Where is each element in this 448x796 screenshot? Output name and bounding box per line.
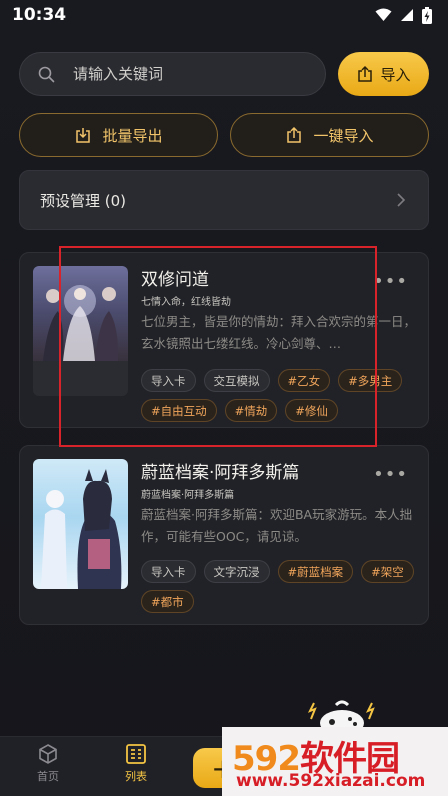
signal-icon bbox=[401, 9, 413, 21]
tag[interactable]: #自由互动 bbox=[141, 399, 217, 422]
status-time: 10:34 bbox=[12, 5, 67, 25]
search-icon bbox=[38, 66, 55, 82]
chevron-right-icon bbox=[397, 193, 406, 207]
tag[interactable]: #蔚蓝档案 bbox=[277, 560, 354, 583]
upload-icon bbox=[287, 126, 302, 143]
batch-export-button[interactable]: 批量导出 bbox=[19, 113, 218, 157]
search-input[interactable] bbox=[73, 65, 293, 83]
nav-item-list[interactable]: 列表 bbox=[106, 743, 166, 784]
battery-icon bbox=[422, 6, 432, 24]
nav-list-label: 列表 bbox=[125, 770, 147, 783]
more-options-icon[interactable]: ••• bbox=[373, 464, 408, 485]
search-box[interactable] bbox=[19, 52, 326, 96]
card-tags: 导入卡 文字沉浸 #蔚蓝档案 #架空 #都市 bbox=[141, 560, 421, 613]
import-button[interactable]: 导入 bbox=[338, 52, 429, 96]
download-icon bbox=[76, 128, 91, 143]
card-description: 蔚蓝档案·阿拜多斯篇：欢迎BA玩家游玩。本人拙作，可能有些OOC，请见谅。 bbox=[141, 507, 413, 544]
card-description: 七位男主，皆是你的情劫：拜入合欢宗的第一日，玄水镜照出七缕红线。冷心剑尊、… bbox=[141, 314, 417, 351]
status-icons bbox=[375, 6, 432, 24]
character-card[interactable]: 双修问道 ••• 七情入命，红线皆劫 七位男主，皆是你的情劫：拜入合欢宗的第一日… bbox=[19, 252, 429, 428]
list-icon bbox=[126, 744, 146, 764]
tag[interactable]: #乙女 bbox=[277, 369, 331, 392]
one-click-import-button[interactable]: 一键导入 bbox=[230, 113, 429, 157]
card-cover-image bbox=[33, 266, 128, 396]
tag[interactable]: 交互模拟 bbox=[203, 369, 270, 392]
tag[interactable]: 文字沉浸 bbox=[203, 560, 270, 583]
preset-management-row[interactable]: 预设管理 (0) bbox=[19, 170, 429, 230]
card-title: 蔚蓝档案·阿拜多斯篇 bbox=[141, 463, 300, 483]
wifi-icon bbox=[375, 8, 392, 21]
preset-management-label: 预设管理 (0) bbox=[40, 191, 127, 210]
card-title: 双修问道 bbox=[141, 270, 209, 290]
tag[interactable]: 导入卡 bbox=[141, 560, 196, 583]
watermark-url: www.592xiazai.com bbox=[236, 771, 426, 791]
card-subtitle: 七情入命，红线皆劫 bbox=[141, 297, 231, 308]
search-row: 导入 bbox=[19, 52, 429, 96]
card-tags: 导入卡 交互模拟 #乙女 #多男主 #自由互动 #情劫 #修仙 bbox=[141, 369, 421, 422]
one-click-import-label: 一键导入 bbox=[313, 126, 374, 145]
card-subtitle: 蔚蓝档案·阿拜多斯篇 bbox=[141, 490, 235, 501]
tag[interactable]: #多男主 bbox=[338, 369, 403, 392]
card-cover-image bbox=[33, 459, 128, 589]
import-button-label: 导入 bbox=[380, 65, 411, 84]
home-cube-icon bbox=[39, 744, 57, 764]
batch-export-label: 批量导出 bbox=[102, 126, 163, 145]
more-options-icon[interactable]: ••• bbox=[373, 271, 408, 292]
tag[interactable]: 导入卡 bbox=[141, 369, 196, 392]
tag[interactable]: #情劫 bbox=[224, 399, 278, 422]
upload-icon bbox=[358, 65, 373, 82]
status-bar: 10:34 bbox=[0, 0, 448, 30]
tag[interactable]: #都市 bbox=[141, 590, 194, 613]
tag[interactable]: #修仙 bbox=[285, 399, 338, 422]
nav-home-label: 首页 bbox=[37, 770, 59, 783]
tag[interactable]: #架空 bbox=[361, 560, 414, 583]
watermark-logo: 592软件园 www.592xiazai.com bbox=[222, 727, 448, 796]
nav-item-home[interactable]: 首页 bbox=[18, 743, 78, 784]
character-card[interactable]: 蔚蓝档案·阿拜多斯篇 ••• 蔚蓝档案·阿拜多斯篇 蔚蓝档案·阿拜多斯篇：欢迎B… bbox=[19, 445, 429, 625]
